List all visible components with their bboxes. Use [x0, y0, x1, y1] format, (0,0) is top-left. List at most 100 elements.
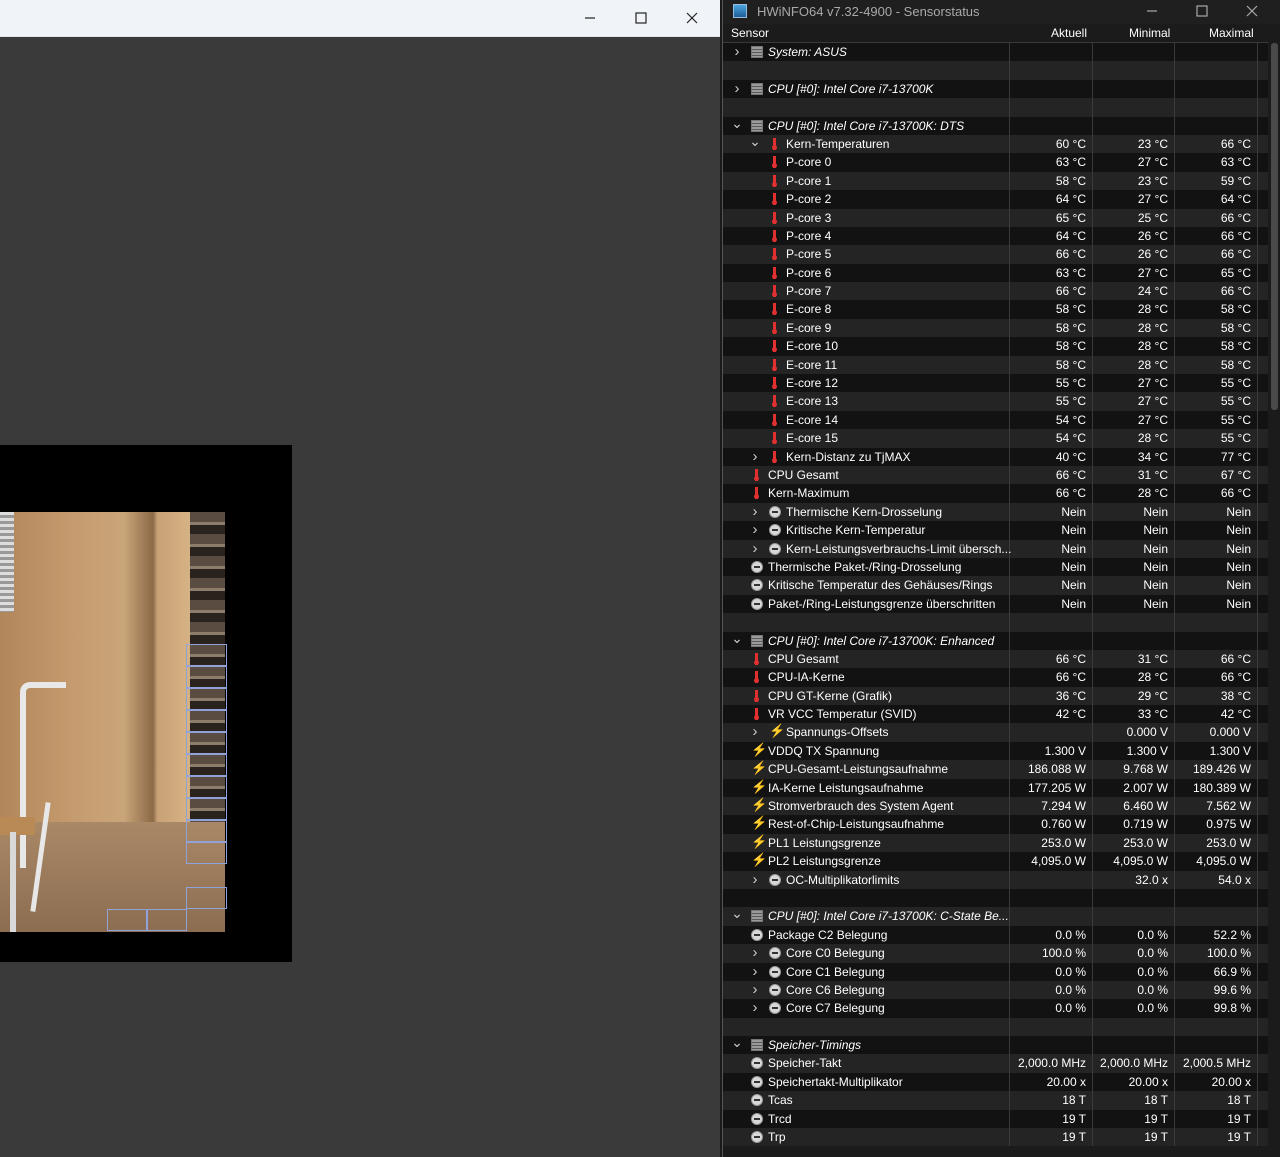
clock-icon — [751, 1075, 763, 1088]
column-header-current[interactable]: Aktuell — [1051, 26, 1087, 40]
sensor-row[interactable]: › ⚡ Spannungs-Offsets 0.000 V 0.000 V — [723, 723, 1268, 742]
sensor-row[interactable]: Trcd 19 T 19 T 19 T — [723, 1109, 1268, 1129]
sensor-row[interactable]: CPU GT-Kerne (Grafik) 36 °C 29 °C 38 °C — [723, 686, 1268, 706]
sensor-name-cell: ⚡ Rest-of-Chip-Leistungsaufnahme — [723, 815, 1010, 834]
sensor-label: Speicher-Takt — [768, 1056, 842, 1071]
sensor-group-row[interactable]: ⌄ Speicher-Timings — [723, 1035, 1268, 1055]
sensor-row[interactable]: Tcas 18 T 18 T 18 T — [723, 1091, 1268, 1110]
sensor-row[interactable]: CPU-IA-Kerne 66 °C 28 °C 66 °C — [723, 668, 1268, 687]
sensor-row[interactable]: P-core 4 64 °C 26 °C 66 °C — [723, 226, 1268, 246]
sensor-row[interactable]: › Core C1 Belegung 0.0 % 0.0 % 66.9 % — [723, 962, 1268, 981]
sensor-row[interactable]: E-core 13 55 °C 27 °C 55 °C — [723, 392, 1268, 411]
chevron-right-icon[interactable]: › — [731, 43, 743, 61]
sensor-row[interactable]: E-core 15 54 °C 28 °C 55 °C — [723, 429, 1268, 448]
chevron-down-icon[interactable]: ⌄ — [731, 1035, 743, 1049]
sensor-row[interactable]: Speicher-Takt 2,000.0 MHz 2,000.0 MHz 2,000… — [723, 1054, 1268, 1073]
max-value: 54.0 x — [1175, 870, 1258, 889]
chevron-right-icon[interactable]: › — [749, 540, 761, 558]
column-header-sensor[interactable]: Sensor — [731, 26, 769, 40]
chevron-down-icon[interactable]: ⌄ — [749, 134, 761, 148]
sensor-row[interactable]: P-core 0 63 °C 27 °C 63 °C — [723, 153, 1268, 172]
sensor-row[interactable]: Kern-Maximum 66 °C 28 °C 66 °C — [723, 484, 1268, 503]
max-value — [1175, 613, 1258, 632]
sensor-group-row[interactable]: › System: ASUS — [723, 43, 1268, 62]
sensor-row[interactable]: ⚡ PL1 Leistungsgrenze 253.0 W 253.0 W 253.0 … — [723, 833, 1268, 853]
chevron-right-icon[interactable]: › — [731, 80, 743, 98]
sensor-row[interactable]: ⚡ CPU-Gesamt-Leistungsaufnahme 186.088 W 9.… — [723, 760, 1268, 779]
sensor-row[interactable]: VR VCC Temperatur (SVID) 42 °C 33 °C 42 °C — [723, 705, 1268, 724]
sensor-group-row[interactable]: ⌄ CPU [#0]: Intel Core i7-13700K: C-State… — [723, 906, 1268, 926]
chevron-right-icon[interactable]: › — [749, 944, 761, 962]
sensor-row[interactable]: CPU Gesamt 66 °C 31 °C 66 °C — [723, 649, 1268, 669]
render-canvas[interactable] — [0, 445, 292, 962]
chevron-right-icon[interactable]: › — [749, 521, 761, 539]
current-value: Nein — [1010, 594, 1093, 614]
current-value: Nein — [1010, 557, 1093, 577]
sensor-row[interactable]: Speichertakt-Multiplikator 20.00 x 20.00 x… — [723, 1072, 1268, 1092]
sensor-row[interactable]: › Core C6 Belegung 0.0 % 0.0 % 99.6 % — [723, 980, 1268, 1000]
vertical-scrollbar[interactable] — [1268, 43, 1280, 1157]
min-value — [1093, 631, 1175, 650]
sensor-group-row[interactable]: › CPU [#0]: Intel Core i7-13700K — [723, 79, 1268, 99]
chevron-right-icon[interactable]: › — [749, 723, 761, 741]
chevron-right-icon[interactable]: › — [749, 999, 761, 1017]
sensor-row[interactable]: Kritische Temperatur des Gehäuses/Rings N… — [723, 576, 1268, 595]
column-header-max[interactable]: Maximal — [1209, 26, 1254, 40]
sensor-row[interactable]: E-core 14 54 °C 27 °C 55 °C — [723, 410, 1268, 430]
sensor-row[interactable]: ⚡ IA-Kerne Leistungsaufnahme 177.205 W 2.00… — [723, 778, 1268, 798]
sensor-row[interactable]: ⚡ Stromverbrauch des System Agent 7.294 W6… — [723, 797, 1268, 816]
sensor-row[interactable]: › Core C0 Belegung 100.0 % 0.0 % 100.0 % — [723, 944, 1268, 963]
scrollbar-thumb[interactable] — [1271, 43, 1278, 410]
close-button[interactable] — [667, 0, 717, 36]
chevron-right-icon[interactable]: › — [749, 981, 761, 999]
sensor-row[interactable]: P-core 1 58 °C 23 °C 59 °C — [723, 171, 1268, 191]
sensor-row[interactable]: P-core 7 66 °C 24 °C 66 °C — [723, 282, 1268, 301]
chevron-right-icon[interactable]: › — [749, 503, 761, 521]
min-value: 25 °C — [1093, 208, 1175, 227]
min-value: 2.007 W — [1093, 778, 1175, 798]
sensor-group-row[interactable]: ⌄ CPU [#0]: Intel Core i7-13700K: DTS — [723, 116, 1268, 135]
chevron-down-icon[interactable]: ⌄ — [731, 906, 743, 920]
sensor-row[interactable]: › Kern-Leistungsverbrauchs-Limit übersch.… — [723, 539, 1268, 558]
sensor-row[interactable]: › Kern-Distanz zu TjMAX 40 °C 34 °C 77 °C — [723, 447, 1268, 466]
sensor-row[interactable]: ⚡ VDDQ TX Spannung 1.300 V 1.300 V 1.300 V — [723, 741, 1268, 761]
sensor-row[interactable]: CPU Gesamt 66 °C 31 °C 67 °C — [723, 465, 1268, 485]
chevron-right-icon[interactable]: › — [749, 963, 761, 981]
sensor-row[interactable]: E-core 9 58 °C 28 °C 58 °C — [723, 318, 1268, 338]
chevron-right-icon[interactable]: › — [749, 448, 761, 466]
sensor-row[interactable]: Package C2 Belegung 0.0 % 0.0 % 52.2 % — [723, 925, 1268, 945]
render-tile — [186, 776, 227, 798]
sensor-row[interactable]: E-core 8 58 °C 28 °C 58 °C — [723, 300, 1268, 319]
chevron-down-icon[interactable]: ⌄ — [731, 116, 743, 130]
sensor-name-cell: ⌄ Speicher-Timings — [723, 1035, 1010, 1055]
hwinfo-minimize-button[interactable] — [1127, 0, 1177, 24]
sensor-row[interactable]: P-core 5 66 °C 26 °C 66 °C — [723, 245, 1268, 264]
hwinfo-close-button[interactable] — [1227, 0, 1277, 24]
sensor-row[interactable]: ⚡ Rest-of-Chip-Leistungsaufnahme 0.760 W 0.… — [723, 815, 1268, 834]
sensor-row[interactable]: › Kritische Kern-Temperatur Nein Nein Nein — [723, 521, 1268, 540]
sensor-row[interactable]: E-core 11 58 °C 28 °C 58 °C — [723, 355, 1268, 375]
sensor-row[interactable]: P-core 6 63 °C 27 °C 65 °C — [723, 263, 1268, 283]
chevron-down-icon[interactable]: ⌄ — [731, 631, 743, 645]
hwinfo-maximize-button[interactable] — [1177, 0, 1227, 24]
column-header-min[interactable]: Minimal — [1129, 26, 1170, 40]
sensor-row[interactable]: Thermische Paket-/Ring-Drosselung Nein Nei… — [723, 557, 1268, 577]
sensor-row[interactable]: ⚡ PL2 Leistungsgrenze 4,095.0 W 4,095.0 W 4,… — [723, 852, 1268, 871]
sensor-row[interactable]: E-core 10 58 °C 28 °C 58 °C — [723, 337, 1268, 356]
sensor-row[interactable]: › OC-Multiplikatorlimits 32.0 x 54.0 x — [723, 870, 1268, 889]
min-value: 19 T — [1093, 1128, 1175, 1147]
chevron-right-icon[interactable]: › — [749, 871, 761, 889]
maximize-button[interactable] — [616, 0, 666, 36]
sensor-row[interactable]: P-core 2 64 °C 27 °C 64 °C — [723, 190, 1268, 209]
sensor-row[interactable]: Trp 19 T 19 T 19 T — [723, 1128, 1268, 1147]
sensor-name-cell: › OC-Multiplikatorlimits — [723, 870, 1010, 889]
sensor-row[interactable]: P-core 3 65 °C 25 °C 66 °C — [723, 208, 1268, 227]
sensor-row[interactable]: E-core 12 55 °C 27 °C 55 °C — [723, 374, 1268, 393]
minimize-button[interactable] — [565, 0, 615, 36]
thermometer-icon — [751, 708, 763, 721]
sensor-row[interactable]: › Thermische Kern-Drosselung Nein Nein Nein — [723, 502, 1268, 522]
sensor-group-row[interactable]: ⌄ CPU [#0]: Intel Core i7-13700K: Enhance… — [723, 631, 1268, 650]
sensor-row[interactable]: ⌄ Kern-Temperaturen 60 °C 23 °C 66 °C — [723, 134, 1268, 154]
sensor-row[interactable]: Paket-/Ring-Leistungsgrenze überschritte… — [723, 594, 1268, 614]
sensor-row[interactable]: › Core C7 Belegung 0.0 % 0.0 % 99.8 % — [723, 999, 1268, 1018]
